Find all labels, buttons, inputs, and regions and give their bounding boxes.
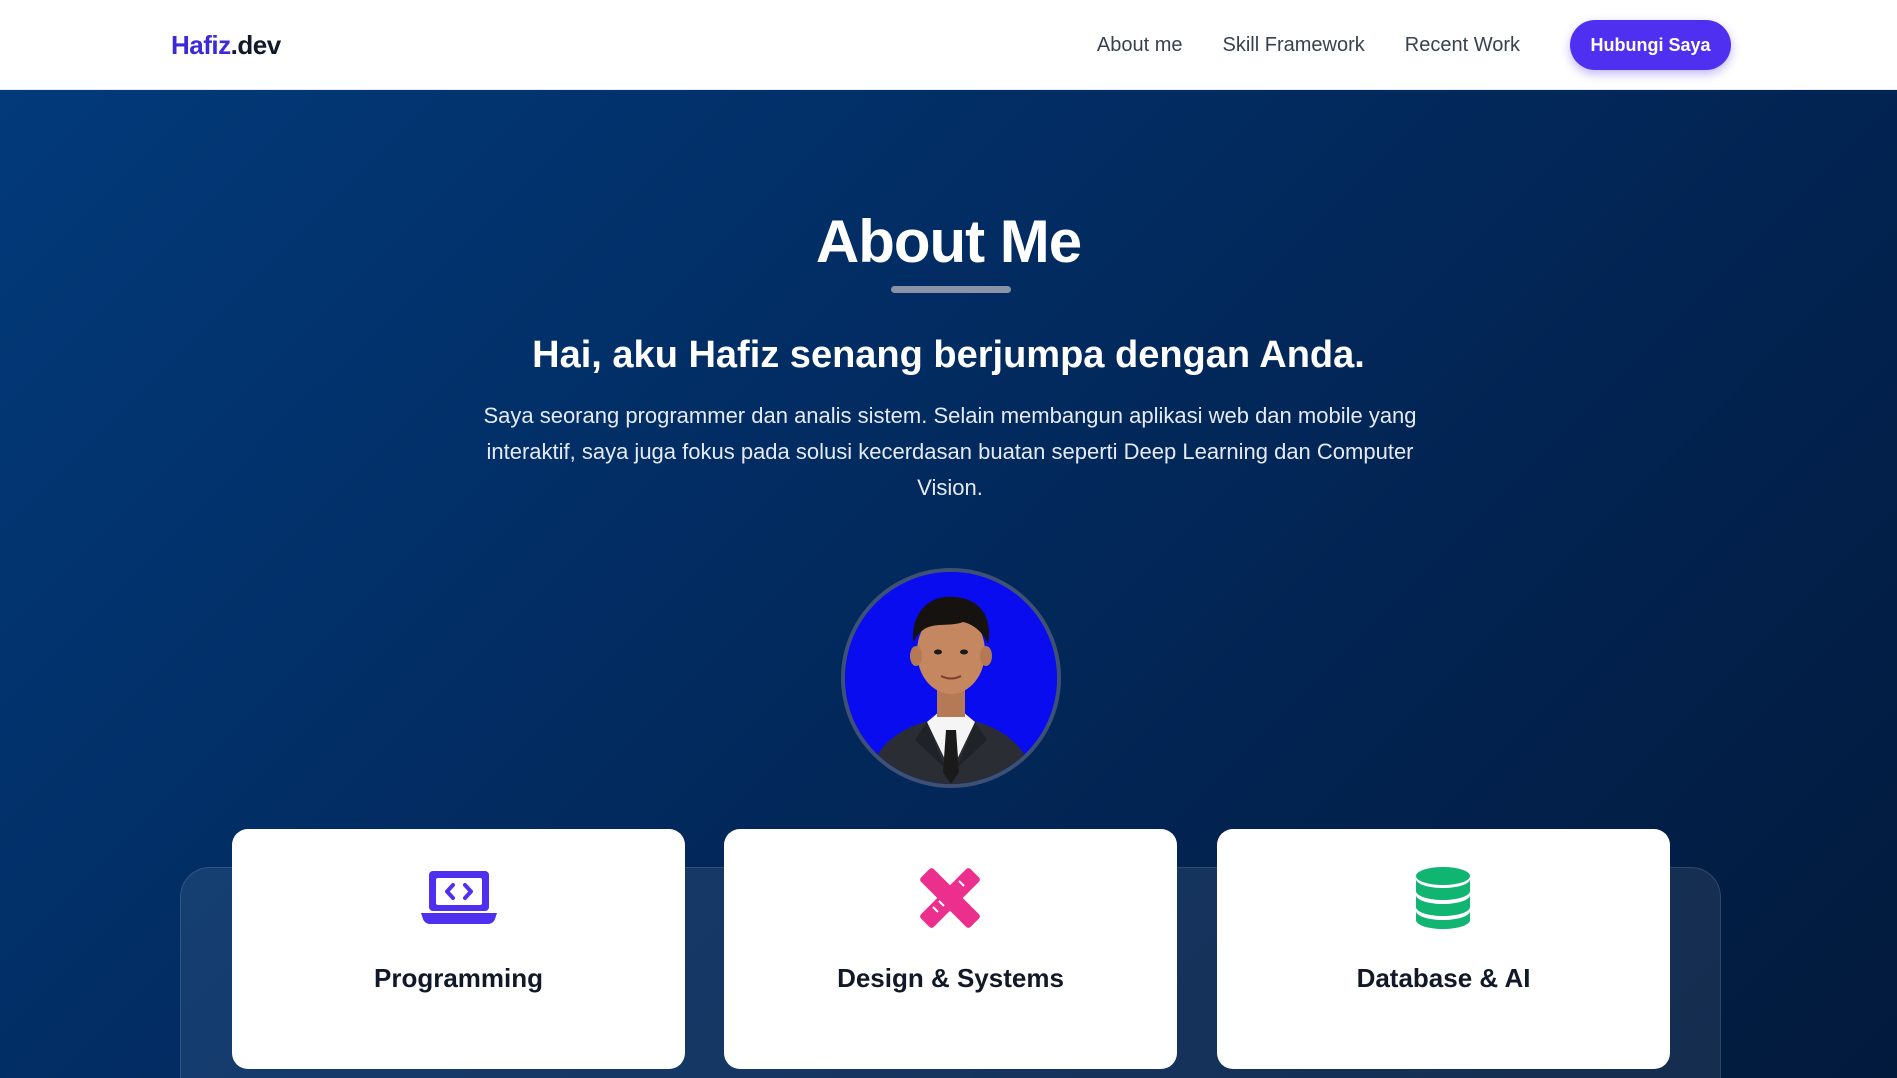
card-title-database: Database & AI <box>1356 963 1531 993</box>
card-title-design: Design & Systems <box>837 963 1064 993</box>
logo-tld: .dev <box>230 30 282 60</box>
profile-photo <box>841 568 1061 788</box>
greeting-heading: Hai, aku Hafiz senang berjumpa dengan An… <box>532 334 1365 376</box>
skill-card-programming[interactable]: Programming <box>232 829 685 1069</box>
top-navbar: Hafiz.dev About me Skill Framework Recen… <box>0 0 1897 90</box>
site-logo[interactable]: Hafiz.dev <box>171 30 281 61</box>
nav-link-skills[interactable]: Skill Framework <box>1223 34 1365 57</box>
title-underline <box>891 286 1011 293</box>
nav-link-about[interactable]: About me <box>1097 34 1183 57</box>
pencil-ruler-icon <box>920 868 980 928</box>
section-title: About Me <box>815 208 1082 275</box>
card-title-programming: Programming <box>373 963 544 993</box>
nav-link-work[interactable]: Recent Work <box>1405 34 1520 57</box>
laptop-code-icon <box>421 871 497 924</box>
person-illustration <box>845 572 1057 784</box>
contact-button[interactable]: Hubungi Saya <box>1570 20 1731 70</box>
nav-links: About me Skill Framework Recent Work Hub… <box>1097 20 1731 70</box>
database-icon <box>1416 867 1470 929</box>
skill-card-database[interactable]: Database & AI <box>1217 829 1670 1069</box>
skill-card-design[interactable]: Design & Systems <box>724 829 1177 1069</box>
logo-brand: Hafiz <box>171 30 231 60</box>
about-description: Saya seorang programmer dan analis siste… <box>483 403 1417 500</box>
